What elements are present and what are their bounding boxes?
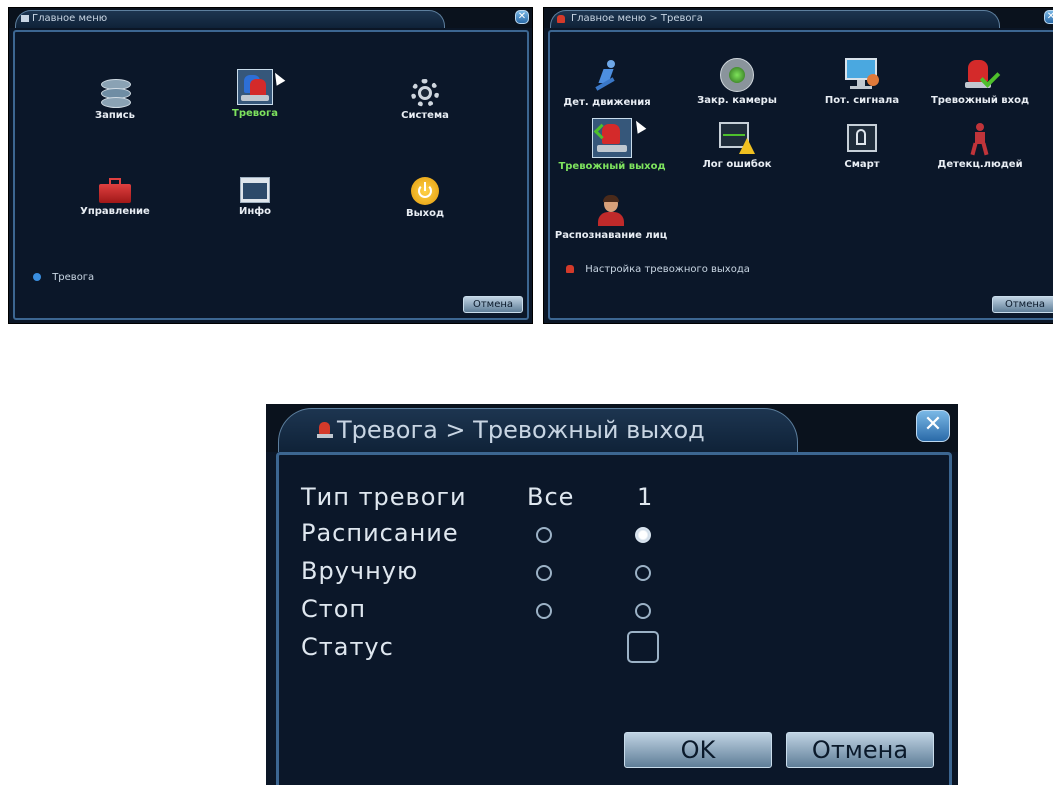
camera-lens-icon [720,58,754,92]
monitor-signal-icon [845,58,879,92]
menu-item-smart[interactable]: Смарт [812,122,912,170]
menu-item-motion-detect[interactable]: Дет. движения [552,58,662,108]
title-tab: Главное меню > Тревога [550,10,1000,28]
alarm-siren-icon [317,422,333,438]
menu-item-alarm-input[interactable]: Тревожный вход [924,58,1036,106]
row-label-manual: Вручную [301,557,419,585]
title-bar: Главное меню ✕ [9,8,532,28]
cancel-button[interactable]: Отмена [786,732,934,768]
menu-item-management[interactable]: Управление [65,177,165,217]
cancel-button[interactable]: Отмена [463,296,523,313]
alarm-siren-icon [557,15,565,23]
mouse-cursor-icon [631,118,647,134]
menu-item-alarm-output[interactable]: Тревожный выход [552,118,672,172]
close-button[interactable]: ✕ [515,10,529,24]
record-reel-icon [100,79,131,108]
power-icon [411,177,439,205]
face-recognition-icon [597,195,625,227]
title-bar: Тревога > Тревожный выход ✕ [266,404,958,452]
menu-item-label: Лог ошибок [702,159,772,170]
main-menu-window: Главное меню ✕ Запись Тревога Система Уп… [8,7,533,324]
alarm-siren-icon [237,69,273,105]
row-label-schedule: Расписание [301,519,459,547]
smart-exit-icon [845,122,879,156]
status-hint: Настройка тревожного выхода [566,264,750,275]
menu-item-label: Тревожный выход [558,161,666,172]
menu-item-record[interactable]: Запись [65,79,165,121]
close-button[interactable]: ✕ [1044,10,1053,24]
title-tab: Тревога > Тревожный выход [278,408,798,452]
status-label: Статус [301,633,394,661]
close-button[interactable]: ✕ [916,410,950,442]
settings-panel: Тип тревоги Все 1 Расписание Вручную Сто… [276,452,952,785]
title-bar: Главное меню > Тревога ✕ [544,8,1053,28]
window-title: Главное меню [32,13,108,24]
menu-item-camera-blind[interactable]: Закр. камеры [687,58,787,106]
menu-item-label: Детекц.людей [937,159,1023,170]
menu-item-error-log[interactable]: Лог ошибок [687,122,787,170]
alarm-menu-window: Главное меню > Тревога ✕ Дет. движения З… [543,7,1053,324]
menu-item-label: Тревога [232,108,278,119]
menu-item-label: Смарт [844,159,880,170]
menu-panel: Дет. движения Закр. камеры Пот. сигнала [548,30,1053,320]
menu-item-label: Управление [80,206,150,217]
window-title: Тревога > Тревожный выход [337,416,705,444]
menu-item-signal-loss[interactable]: Пот. сигнала [812,58,912,106]
menu-item-exit[interactable]: Выход [375,177,475,219]
menu-item-label: Закр. камеры [697,95,777,106]
radio-stop-ch1[interactable] [635,603,651,619]
window-title: Главное меню > Тревога [571,13,703,24]
column-1-label: 1 [637,483,654,511]
hint-text: Тревога [52,272,95,283]
cancel-button[interactable]: Отмена [992,296,1053,313]
menu-panel: Запись Тревога Система Управление Инфо В… [13,30,529,320]
radio-schedule-ch1[interactable] [635,527,651,543]
error-log-icon [719,122,755,156]
alarm-output-icon [592,118,632,158]
status-indicator-ch1 [627,631,659,663]
menu-item-label: Распознавание лиц [554,230,668,241]
radio-schedule-all[interactable] [536,527,552,543]
menu-item-alarm[interactable]: Тревога [205,69,305,119]
menu-item-system[interactable]: Система [375,79,475,121]
alarm-input-icon [963,58,1001,92]
motion-runner-icon [593,58,621,94]
status-hint: Тревога [33,272,94,283]
menu-icon [21,15,29,22]
menu-item-label: Пот. сигнала [824,95,900,106]
radio-manual-all[interactable] [536,565,552,581]
info-dot-icon [33,273,41,281]
hint-text: Настройка тревожного выхода [585,264,750,275]
column-all-label: Все [527,483,575,511]
gear-icon [411,79,439,107]
info-window-icon [240,177,270,203]
menu-item-label: Система [401,110,449,121]
radio-stop-all[interactable] [536,603,552,619]
menu-item-label: Выход [405,208,445,219]
menu-item-info[interactable]: Инфо [205,177,305,217]
radio-manual-ch1[interactable] [635,565,651,581]
human-detect-icon [965,122,995,156]
row-label-stop: Стоп [301,595,367,623]
ok-button[interactable]: OK [624,732,772,768]
menu-item-label: Тревожный вход [930,95,1030,106]
toolbox-icon [99,177,131,203]
menu-item-label: Запись [94,110,136,121]
alarm-siren-icon [566,265,574,273]
alarm-type-label: Тип тревоги [301,483,467,511]
menu-item-label: Инфо [238,206,272,217]
menu-item-face-recognition[interactable]: Распознавание лиц [552,195,670,241]
title-tab: Главное меню [15,10,445,28]
menu-item-label: Дет. движения [563,97,651,108]
menu-item-human-detect[interactable]: Детекц.людей [924,122,1036,170]
alarm-output-window: Тревога > Тревожный выход ✕ Тип тревоги … [266,404,958,785]
